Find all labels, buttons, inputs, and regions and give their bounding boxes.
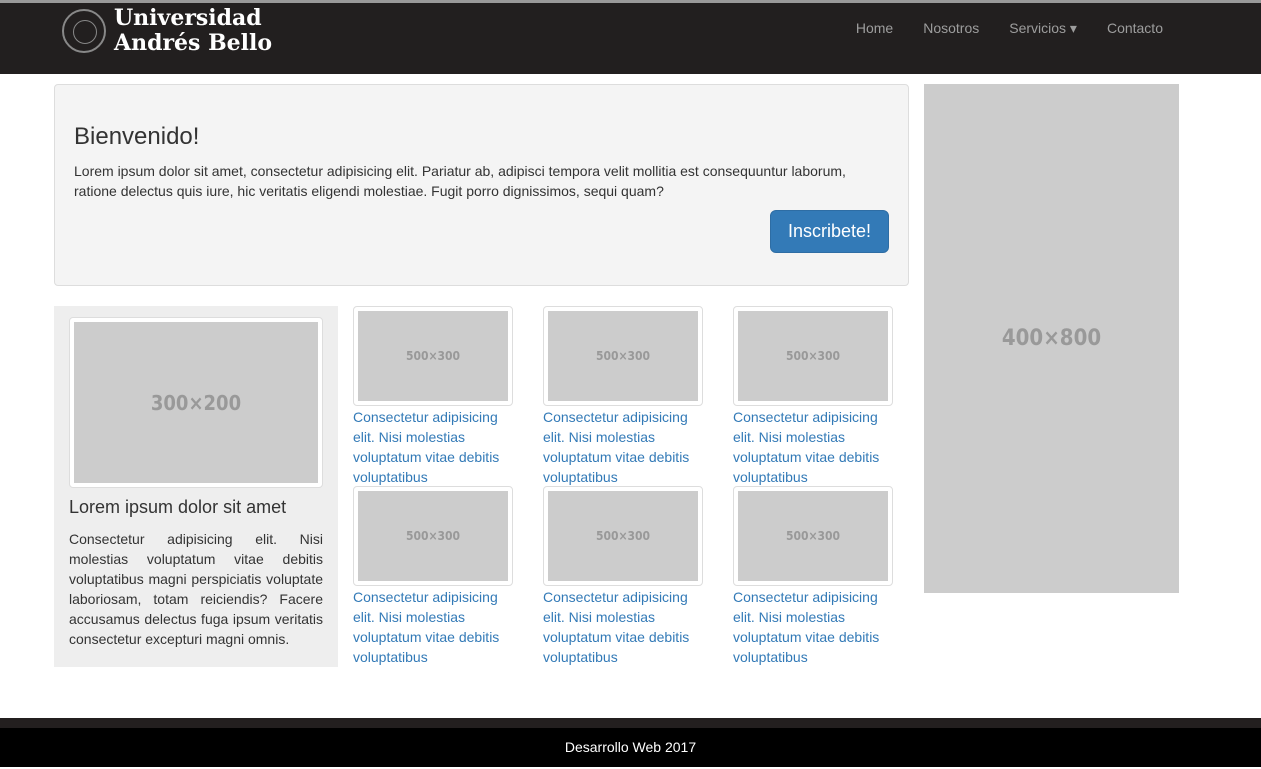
tile-image: 500×300 bbox=[358, 491, 508, 581]
footer-divider bbox=[0, 718, 1261, 728]
card-title: Lorem ipsum dolor sit amet bbox=[69, 497, 287, 517]
tile: 500×300 Consectetur adipisicing elit. Nis… bbox=[543, 486, 703, 667]
welcome-text: Lorem ipsum dolor sit amet, consectetur … bbox=[74, 163, 846, 199]
welcome-title: Bienvenido! bbox=[74, 123, 200, 150]
brand-logo[interactable]: Universidad Andrés Bello bbox=[62, 6, 272, 56]
tile-link[interactable]: Consectetur adipisicing elit. Nisi moles… bbox=[353, 407, 513, 487]
footer: Desarrollo Web 2017 bbox=[0, 728, 1261, 767]
nav-servicios[interactable]: Servicios ▾ bbox=[994, 20, 1092, 37]
tile-image: 500×300 bbox=[738, 491, 888, 581]
nav-contacto[interactable]: Contacto bbox=[1092, 20, 1178, 37]
tile-link[interactable]: Consectetur adipisicing elit. Nisi moles… bbox=[543, 587, 703, 667]
tile: 500×300 Consectetur adipisicing elit. Nis… bbox=[353, 486, 513, 667]
feature-card: 300×200 Lorem ipsum dolor sit amet Conse… bbox=[54, 306, 338, 667]
university-seal-icon bbox=[62, 9, 106, 53]
tile: 500×300 Consectetur adipisicing elit. Nis… bbox=[733, 486, 893, 667]
jumbotron: Bienvenido! Lorem ipsum dolor sit amet, … bbox=[54, 84, 909, 286]
tile-link[interactable]: Consectetur adipisicing elit. Nisi moles… bbox=[353, 587, 513, 667]
tile: 500×300 Consectetur adipisicing elit. Nis… bbox=[733, 306, 893, 487]
tile-link[interactable]: Consectetur adipisicing elit. Nisi moles… bbox=[543, 407, 703, 487]
nav-nosotros[interactable]: Nosotros bbox=[908, 20, 994, 37]
caret-down-icon: ▾ bbox=[1069, 20, 1077, 36]
tile-link[interactable]: Consectetur adipisicing elit. Nisi moles… bbox=[733, 407, 893, 487]
brand-line-2: Andrés Bello bbox=[114, 30, 273, 56]
nav-servicios-label: Servicios bbox=[1009, 20, 1067, 36]
side-placeholder-image: 400×800 bbox=[924, 84, 1179, 593]
card-image: 300×200 bbox=[74, 322, 318, 483]
tile-image: 500×300 bbox=[548, 311, 698, 401]
tile: 500×300 Consectetur adipisicing elit. Nis… bbox=[353, 306, 513, 487]
brand-line-1: Universidad bbox=[114, 5, 262, 31]
card-thumbnail: 300×200 bbox=[69, 317, 323, 488]
tile-image: 500×300 bbox=[358, 311, 508, 401]
signup-button[interactable]: Inscribete! bbox=[769, 210, 889, 253]
tile-image: 500×300 bbox=[548, 491, 698, 581]
navbar: Universidad Andrés Bello Home Nosotros Se… bbox=[0, 0, 1261, 74]
tile: 500×300 Consectetur adipisicing elit. Nis… bbox=[543, 306, 703, 487]
card-text: Consectetur adipisicing elit. Nisi moles… bbox=[69, 531, 323, 647]
nav-home[interactable]: Home bbox=[841, 20, 908, 37]
tile-image: 500×300 bbox=[738, 311, 888, 401]
tile-link[interactable]: Consectetur adipisicing elit. Nisi moles… bbox=[733, 587, 893, 667]
